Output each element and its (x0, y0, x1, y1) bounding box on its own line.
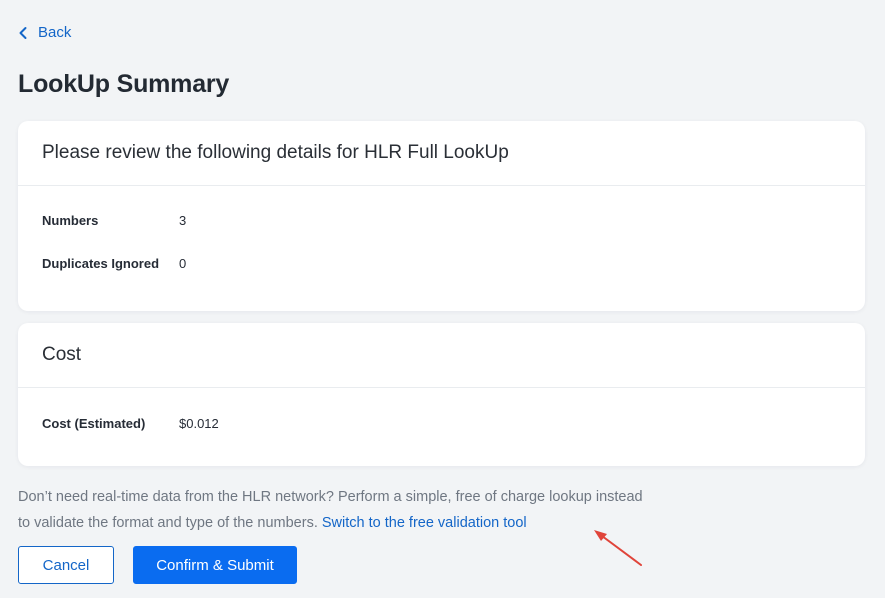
cost-card-heading: Cost (18, 323, 865, 388)
numbers-value: 3 (179, 213, 187, 228)
cost-estimated-row: Cost (Estimated) $0.012 (42, 416, 841, 431)
free-lookup-note: Don’t need real-time data from the HLR n… (18, 484, 658, 536)
confirm-submit-button[interactable]: Confirm & Submit (133, 546, 297, 584)
chevron-left-icon (19, 26, 27, 39)
free-validation-tool-link[interactable]: Switch to the free validation tool (322, 515, 527, 531)
cost-estimated-label: Cost (Estimated) (42, 416, 146, 431)
arrow-annotation-icon (594, 530, 642, 566)
details-card-heading: Please review the following details for … (18, 121, 865, 186)
numbers-label: Numbers (42, 213, 99, 228)
duplicates-ignored-value: 0 (179, 256, 187, 271)
back-label: Back (38, 24, 72, 41)
details-card: Please review the following details for … (18, 121, 865, 311)
page-title: LookUp Summary (18, 70, 230, 98)
cost-card-body: Cost (Estimated) $0.012 (18, 416, 865, 431)
numbers-row: Numbers 3 (42, 213, 841, 228)
duplicates-ignored-label: Duplicates Ignored (42, 256, 160, 271)
details-card-body: Numbers 3 Duplicates Ignored 0 (18, 213, 865, 271)
back-link[interactable]: Back (18, 24, 71, 41)
cancel-button[interactable]: Cancel (18, 546, 114, 584)
duplicates-ignored-row: Duplicates Ignored 0 (42, 256, 841, 271)
cost-estimated-value: $0.012 (179, 416, 219, 431)
cost-card: Cost Cost (Estimated) $0.012 (18, 323, 865, 466)
